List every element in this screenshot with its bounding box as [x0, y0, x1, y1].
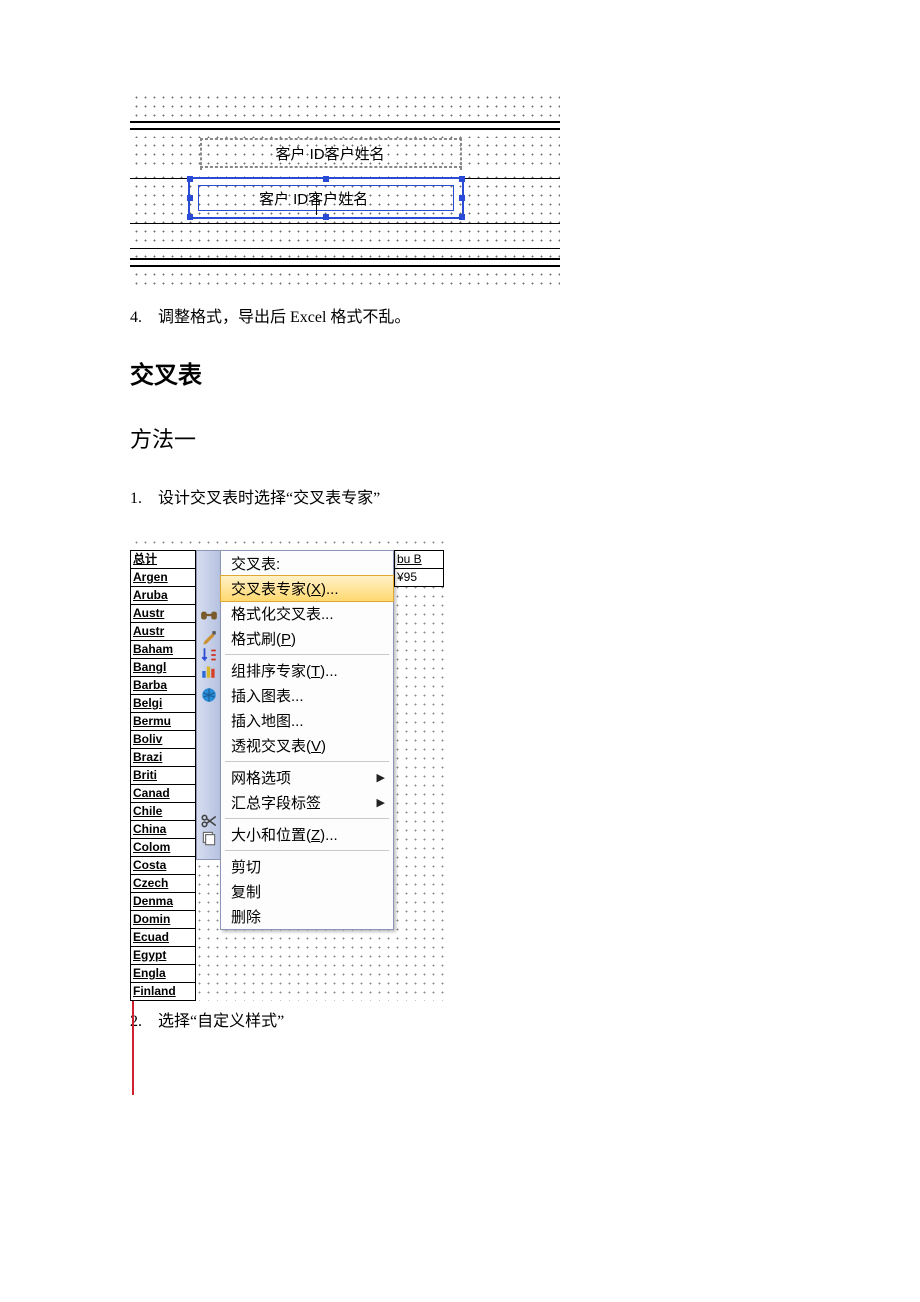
caption-step-2: 2.选择“自定义样式” [130, 1007, 790, 1031]
report-field-unselected[interactable]: 客户 ID客户姓名 [200, 140, 460, 166]
crosstab-row-cell[interactable]: Ecuad [131, 929, 195, 947]
crosstab-row-cell[interactable]: Engla [131, 965, 195, 983]
crosstab-row-cell[interactable]: Austr [131, 623, 195, 641]
crosstab-row-headers: 总计ArgenArubaAustrAustrBahamBanglBarbaBel… [130, 550, 196, 1001]
scissors-icon [197, 817, 220, 825]
chart-icon [197, 659, 220, 683]
crosstab-row-cell[interactable]: China [131, 821, 195, 839]
menu-title: 交叉表: [221, 551, 393, 576]
menu-separator [225, 818, 389, 819]
menu-item[interactable]: 格式化交叉表... [221, 601, 393, 626]
crosstab-row-cell[interactable]: Baham [131, 641, 195, 659]
menu-item[interactable]: 大小和位置(Z)... [221, 822, 393, 847]
menu-item[interactable]: 插入地图... [221, 708, 393, 733]
crosstab-row-cell[interactable]: Brazi [131, 749, 195, 767]
crosstab-row-cell[interactable]: Chile [131, 803, 195, 821]
menu-item[interactable]: 网格选项▶ [221, 765, 393, 790]
menu-item[interactable]: 剪切 [221, 854, 393, 879]
menu-item[interactable]: 删除 [221, 904, 393, 929]
binoculars-icon [197, 603, 220, 627]
crosstab-row-cell[interactable]: Bangl [131, 659, 195, 677]
crosstab-row-cell[interactable]: Barba [131, 677, 195, 695]
crosstab-total-cell[interactable]: 总计 [131, 551, 195, 569]
context-menu: 交叉表:交叉表专家(X)...格式化交叉表...格式刷(P) 组排序专家(T)..… [220, 550, 394, 930]
crosstab-row-cell[interactable]: Austr [131, 605, 195, 623]
submenu-arrow-icon: ▶ [377, 796, 385, 809]
menu-item[interactable]: 插入图表... [221, 683, 393, 708]
crosstab-corner: bu B ¥95 [394, 550, 444, 587]
copy-icon [197, 825, 220, 851]
crosstab-row-cell[interactable]: Egypt [131, 947, 195, 965]
crosstab-row-cell[interactable]: Belgi [131, 695, 195, 713]
sort-icon [197, 651, 220, 659]
context-menu-icon-strip [196, 550, 220, 860]
caption-step-4: 4.调整格式，导出后 Excel 格式不乱。 [130, 303, 790, 327]
menu-item[interactable]: 复制 [221, 879, 393, 904]
report-field-selected[interactable]: 客户 ID客户姓名 [188, 177, 464, 219]
heading-crosstab: 交叉表 [130, 355, 790, 390]
crosstab-row-cell[interactable]: Domin [131, 911, 195, 929]
crosstab-row-cell[interactable]: Briti [131, 767, 195, 785]
crosstab-row-cell[interactable]: Bermu [131, 713, 195, 731]
menu-separator [225, 654, 389, 655]
crosstab-row-cell[interactable]: Canad [131, 785, 195, 803]
menu-separator [225, 761, 389, 762]
crosstab-row-cell[interactable]: Denma [131, 893, 195, 911]
heading-method-1: 方法一 [130, 422, 790, 454]
crosstab-screenshot: 总计ArgenArubaAustrAustrBahamBanglBarbaBel… [130, 536, 444, 1001]
menu-item[interactable]: 汇总字段标签▶ [221, 790, 393, 815]
text-caret [316, 193, 317, 215]
report-designer-preview: 客户 ID客户姓名 客户 ID客户姓名 [130, 90, 560, 289]
report-field-label: 客户 ID客户姓名 [259, 188, 368, 209]
crosstab-row-cell[interactable]: Finland [131, 983, 195, 1000]
crosstab-row-cell[interactable]: Costa [131, 857, 195, 875]
crosstab-row-cell[interactable]: Colom [131, 839, 195, 857]
crosstab-row-cell[interactable]: Argen [131, 569, 195, 587]
menu-item[interactable]: 格式刷(P) [221, 626, 393, 651]
crosstab-row-cell[interactable]: Czech [131, 875, 195, 893]
menu-separator [225, 850, 389, 851]
crosstab-row-cell[interactable]: Aruba [131, 587, 195, 605]
crosstab-row-cell[interactable]: Boliv [131, 731, 195, 749]
menu-item[interactable]: 组排序专家(T)... [221, 658, 393, 683]
globe-icon [197, 683, 220, 707]
caption-step-1: 1.设计交叉表时选择“交叉表专家” [130, 484, 790, 508]
menu-item[interactable]: 透视交叉表(V) [221, 733, 393, 758]
report-field-label: 客户 ID客户姓名 [275, 143, 384, 164]
submenu-arrow-icon: ▶ [377, 771, 385, 784]
menu-item[interactable]: 交叉表专家(X)... [220, 575, 394, 602]
